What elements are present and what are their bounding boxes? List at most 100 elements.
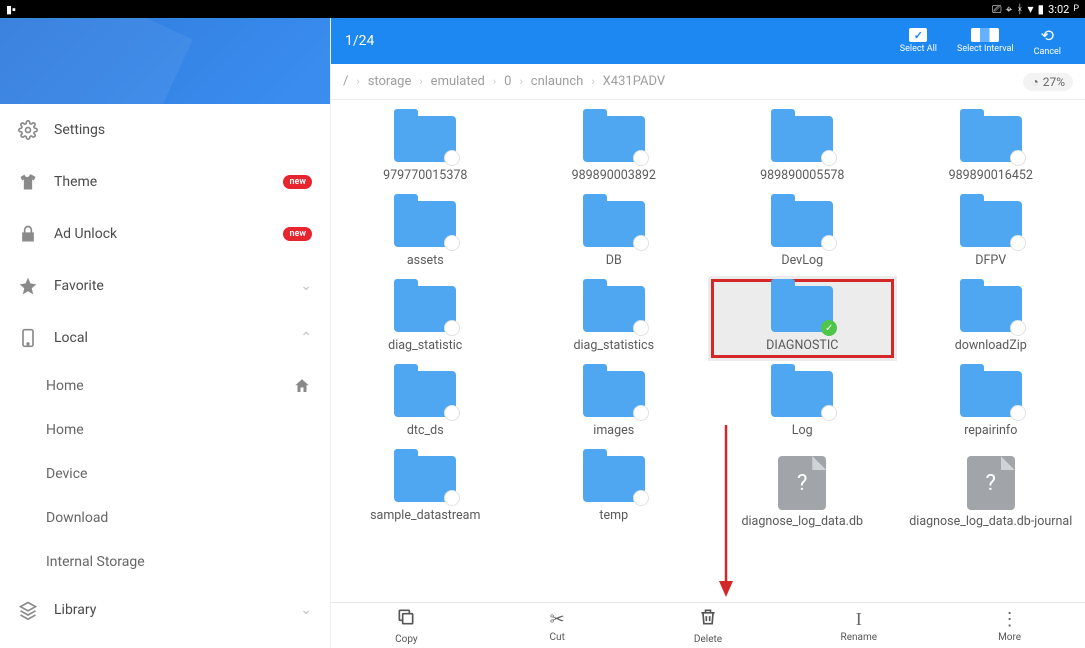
gear-icon bbox=[18, 120, 38, 140]
wifi-icon: ▾ bbox=[1027, 3, 1033, 15]
folder-item[interactable]: DFPV bbox=[897, 191, 1085, 276]
sidebar-item-theme[interactable]: Theme new bbox=[0, 156, 330, 208]
sidebar-item-adunlock[interactable]: Ad Unlock new bbox=[0, 208, 330, 260]
sidebar-subitem-download[interactable]: Download bbox=[0, 496, 330, 540]
sidebar-item-local[interactable]: Local ⌃ bbox=[0, 312, 330, 364]
cast-icon: ⎚ bbox=[992, 3, 1002, 15]
folder-item[interactable]: Log bbox=[708, 361, 897, 446]
action-label: Cancel bbox=[1034, 47, 1061, 57]
folder-icon bbox=[583, 116, 645, 162]
scissors-icon: ✂ bbox=[550, 609, 565, 630]
folder-item[interactable]: downloadZip bbox=[897, 276, 1085, 361]
folder-icon bbox=[960, 371, 1022, 417]
file-item[interactable]: ?diagnose_log_data.db bbox=[708, 446, 897, 537]
delete-button[interactable]: Delete bbox=[633, 603, 784, 648]
select-handle-icon[interactable] bbox=[633, 320, 649, 336]
select-handle-icon[interactable] bbox=[1010, 235, 1026, 251]
folder-item[interactable]: 989890005578 bbox=[708, 106, 897, 191]
select-handle-icon[interactable] bbox=[444, 490, 460, 506]
folder-item[interactable]: 989890016452 bbox=[897, 106, 1085, 191]
sidebar-item-label: Settings bbox=[54, 122, 312, 138]
select-handle-icon[interactable] bbox=[633, 150, 649, 166]
folder-item[interactable]: repairinfo bbox=[897, 361, 1085, 446]
folder-item[interactable]: sample_datastream bbox=[331, 446, 520, 537]
folder-item[interactable]: dtc_ds bbox=[331, 361, 520, 446]
folder-icon bbox=[394, 286, 456, 332]
folder-item[interactable]: temp bbox=[520, 446, 709, 537]
select-handle-icon[interactable] bbox=[821, 150, 837, 166]
status-ampm: P bbox=[1073, 4, 1079, 14]
rename-button[interactable]: I Rename bbox=[783, 603, 934, 648]
folder-item[interactable]: 979770015378 bbox=[331, 106, 520, 191]
file-item[interactable]: ?diagnose_log_data.db-journal bbox=[897, 446, 1085, 537]
chevron-right-icon: › bbox=[493, 75, 496, 88]
select-interval-button[interactable]: Select Interval bbox=[947, 28, 1024, 54]
item-name: diag_statistic bbox=[388, 338, 462, 353]
item-name: 989890003892 bbox=[572, 168, 656, 183]
battery-icon: ▮ bbox=[1037, 3, 1044, 15]
action-label: Select Interval bbox=[957, 44, 1014, 54]
breadcrumb-item[interactable]: storage bbox=[368, 74, 412, 89]
cancel-button[interactable]: ⟲ Cancel bbox=[1024, 26, 1071, 57]
chevron-down-icon: ⌄ bbox=[300, 602, 312, 618]
sidebar-subitem-home2[interactable]: Home bbox=[0, 408, 330, 452]
sidebar-item-settings[interactable]: Settings bbox=[0, 104, 330, 156]
sidebar-subitem-device[interactable]: Device bbox=[0, 452, 330, 496]
check-badge-icon[interactable]: ✓ bbox=[821, 320, 837, 336]
breadcrumb-item[interactable]: 0 bbox=[504, 74, 511, 89]
select-handle-icon[interactable] bbox=[1010, 150, 1026, 166]
sidebar-subitem-internal[interactable]: Internal Storage bbox=[0, 540, 330, 584]
folder-icon bbox=[960, 201, 1022, 247]
select-all-button[interactable]: ✓ Select All bbox=[890, 28, 947, 54]
sidebar-header bbox=[0, 18, 330, 104]
folder-item[interactable]: DB bbox=[520, 191, 709, 276]
item-name: Log bbox=[792, 423, 813, 438]
cut-button[interactable]: ✂ Cut bbox=[482, 603, 633, 648]
folder-item[interactable]: assets bbox=[331, 191, 520, 276]
select-handle-icon[interactable] bbox=[444, 320, 460, 336]
select-handle-icon[interactable] bbox=[633, 490, 649, 506]
select-handle-icon[interactable] bbox=[821, 405, 837, 421]
folder-item[interactable]: diag_statistic bbox=[331, 276, 520, 361]
file-icon: ? bbox=[967, 456, 1015, 510]
select-handle-icon[interactable] bbox=[821, 235, 837, 251]
pie-icon: ◔ bbox=[1031, 75, 1038, 89]
folder-item[interactable]: diag_statistics bbox=[520, 276, 709, 361]
copy-button[interactable]: Copy bbox=[331, 603, 482, 648]
folder-item[interactable]: DevLog bbox=[708, 191, 897, 276]
action-bar: Copy ✂ Cut Delete I Rename ⋮ More bbox=[331, 602, 1085, 648]
chevron-down-icon: ⌄ bbox=[300, 278, 312, 294]
item-name: DevLog bbox=[781, 253, 823, 268]
more-button[interactable]: ⋮ More bbox=[934, 603, 1085, 648]
sidebar-subitem-home[interactable]: Home bbox=[0, 364, 330, 408]
breadcrumb-item[interactable]: X431PADV bbox=[603, 74, 666, 89]
select-handle-icon[interactable] bbox=[444, 405, 460, 421]
select-handle-icon[interactable] bbox=[444, 235, 460, 251]
sidebar-item-library[interactable]: Library ⌄ bbox=[0, 584, 330, 636]
action-label: More bbox=[998, 632, 1021, 643]
select-handle-icon[interactable] bbox=[633, 405, 649, 421]
folder-item[interactable]: 989890003892 bbox=[520, 106, 709, 191]
folder-icon bbox=[583, 371, 645, 417]
chevron-right-icon: › bbox=[591, 75, 594, 88]
more-vertical-icon: ⋮ bbox=[1001, 609, 1019, 630]
breadcrumb-item[interactable]: cnlaunch bbox=[531, 74, 584, 89]
item-name: repairinfo bbox=[964, 423, 1017, 438]
checkbox-icon: ✓ bbox=[909, 28, 927, 42]
sidebar-item-label: Home bbox=[46, 422, 312, 438]
sidebar-item-favorite[interactable]: Favorite ⌄ bbox=[0, 260, 330, 312]
folder-icon bbox=[771, 201, 833, 247]
storage-indicator[interactable]: ◔ 27% bbox=[1023, 73, 1073, 91]
select-handle-icon[interactable] bbox=[1010, 405, 1026, 421]
copy-icon bbox=[396, 607, 416, 632]
home-icon bbox=[292, 376, 312, 396]
action-label: Select All bbox=[900, 44, 937, 54]
select-handle-icon[interactable] bbox=[1010, 320, 1026, 336]
select-handle-icon[interactable] bbox=[633, 235, 649, 251]
select-handle-icon[interactable] bbox=[444, 150, 460, 166]
chevron-up-icon: ⌃ bbox=[300, 330, 312, 346]
folder-item[interactable]: ✓DIAGNOSTIC bbox=[708, 276, 897, 361]
folder-item[interactable]: images bbox=[520, 361, 709, 446]
breadcrumb-item[interactable]: emulated bbox=[431, 74, 485, 89]
breadcrumb-item[interactable]: / bbox=[343, 74, 348, 89]
